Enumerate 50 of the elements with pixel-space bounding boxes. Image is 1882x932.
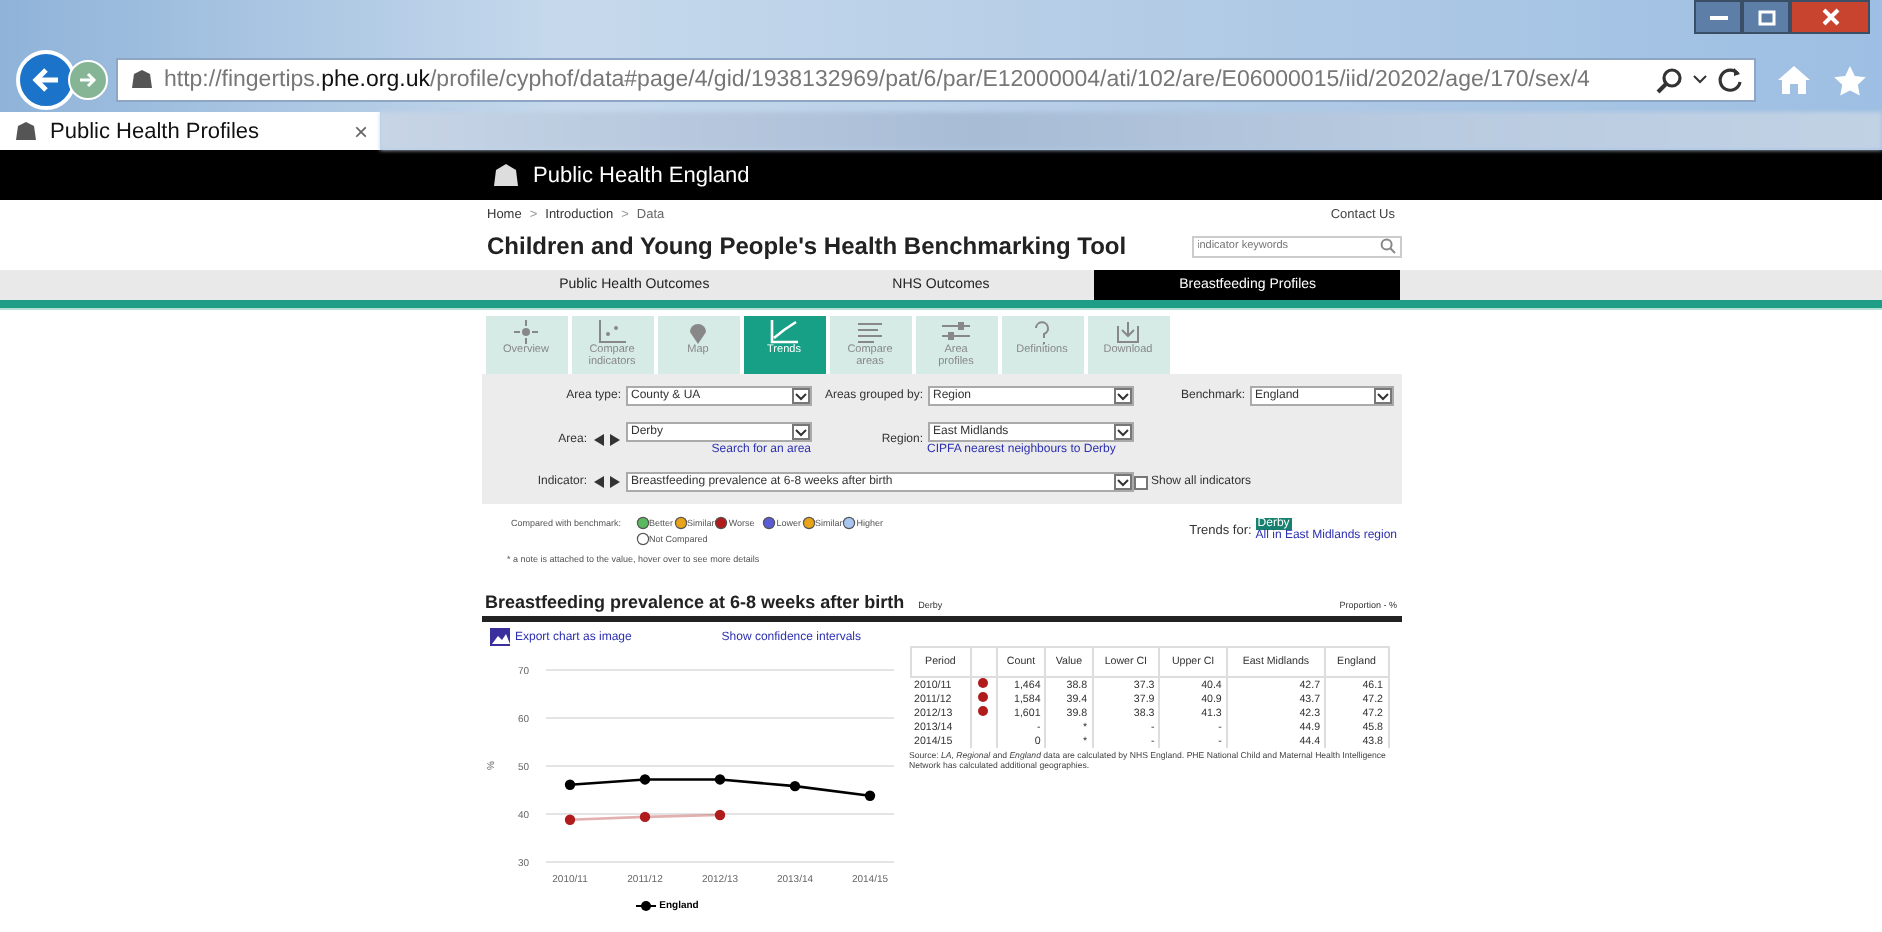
forward-arrow-icon (78, 70, 98, 90)
dropdown-icon (1373, 388, 1391, 404)
image-icon (489, 628, 509, 646)
dropdown-icon (1113, 388, 1131, 404)
dropdown-icon[interactable] (1692, 74, 1708, 86)
browser-tab[interactable]: Public Health Profiles × (0, 112, 380, 150)
crest-icon (489, 161, 521, 189)
minimize-icon (1709, 14, 1727, 20)
back-arrow-icon (30, 66, 62, 94)
page-title: Children and Young People's Health Benchmarking Tool (487, 232, 1127, 260)
close-icon (1821, 8, 1839, 26)
next-icon[interactable] (609, 476, 619, 488)
back-button[interactable] (16, 50, 76, 110)
download-icon (1112, 320, 1144, 344)
dropdown-icon (791, 388, 809, 404)
url-text: http://fingertips.phe.org.uk/profile/cyphof/data#page/4/gid/1938132969/pat/6/par/E12000004/ati/102/are/E06000015/iid/20202/age/170/sex/4 (164, 68, 1590, 92)
tab-title: Public Health Profiles (50, 119, 260, 143)
legend-marker-icon (635, 900, 656, 912)
close-button[interactable] (1790, 0, 1870, 34)
data-point (863, 790, 875, 801)
overview-icon (510, 320, 542, 344)
sliders-icon (940, 320, 972, 344)
previous-icon[interactable] (593, 476, 603, 488)
previous-icon[interactable] (593, 433, 603, 445)
next-icon[interactable] (609, 433, 619, 445)
crest-icon (12, 119, 40, 143)
data-point (563, 779, 575, 790)
data-point (638, 774, 650, 785)
maximize-icon (1757, 9, 1775, 25)
tab-close-button[interactable]: × (353, 117, 368, 145)
dropdown-icon (1113, 424, 1131, 440)
data-point (788, 780, 800, 792)
address-bar[interactable]: http://fingertips.phe.org.uk/profile/cyphof/data#page/4/gid/1938132969/pat/6/par/E12000004/ati/102/are/E06000015/iid/20202/age/170/sex/4 (116, 58, 1756, 102)
data-point (713, 774, 725, 785)
scatter-icon (596, 320, 628, 344)
search-icon[interactable] (1656, 66, 1684, 94)
organization-name: Public Health England (533, 163, 750, 187)
maximize-button[interactable] (1742, 0, 1790, 34)
data-point (563, 814, 575, 825)
dropdown-icon (1113, 474, 1131, 490)
crest-icon (128, 68, 156, 92)
refresh-icon[interactable] (1716, 66, 1744, 94)
minimize-button[interactable] (1694, 0, 1742, 34)
favorites-star-icon[interactable] (1832, 63, 1868, 97)
section-title: Breastfeeding prevalence at 6-8 weeks after birth (485, 592, 905, 612)
data-point (713, 809, 725, 821)
dropdown-icon (791, 424, 809, 440)
bars-icon (854, 320, 886, 344)
data-point (638, 811, 650, 823)
line-chart-icon (768, 320, 800, 344)
